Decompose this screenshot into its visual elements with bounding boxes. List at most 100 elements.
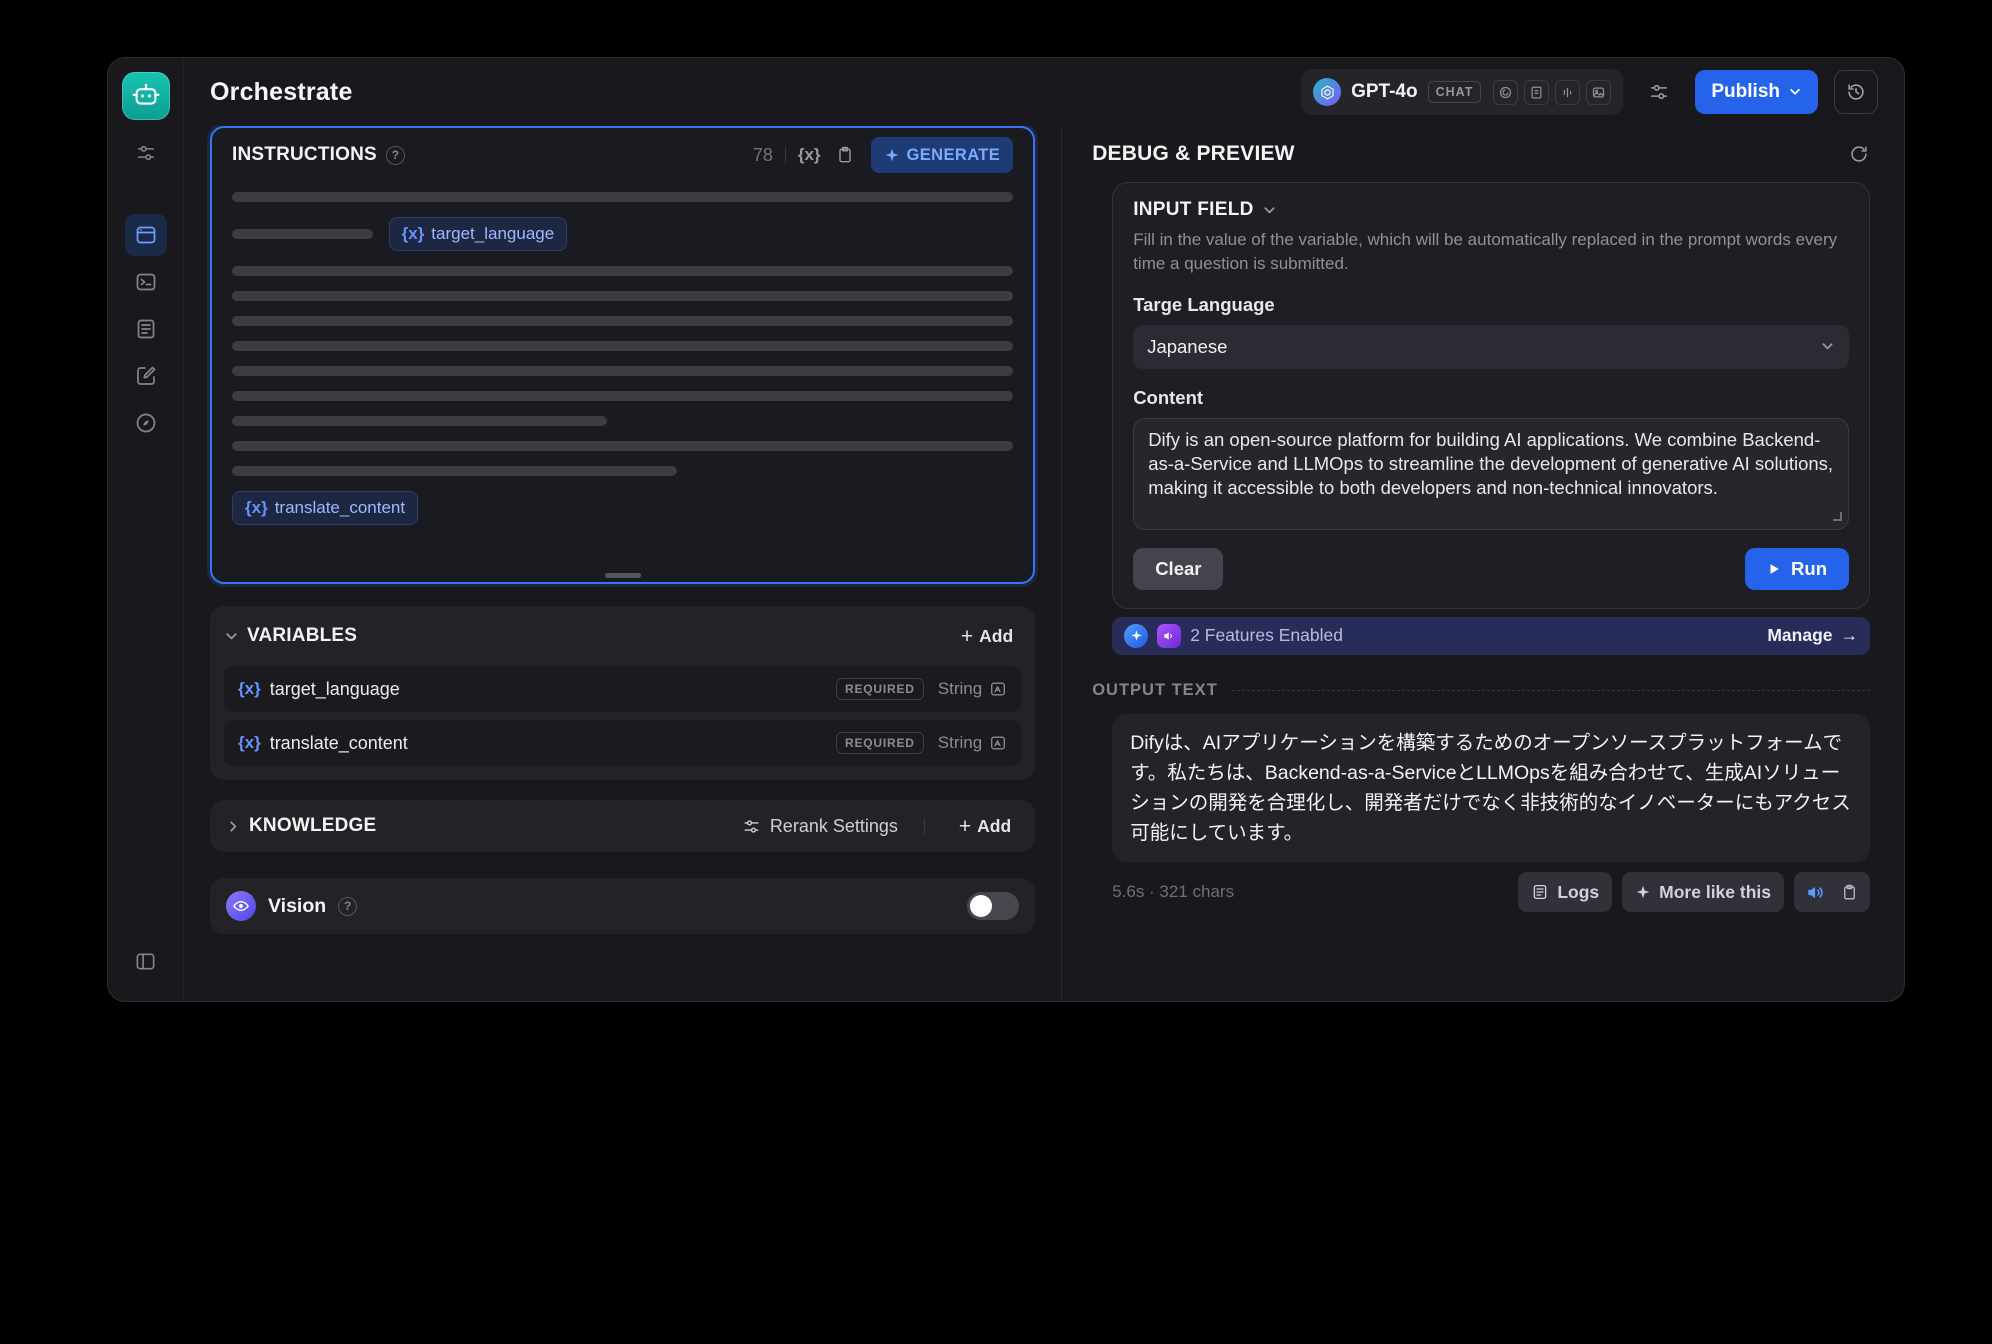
capability-document-icon — [1524, 80, 1549, 105]
generate-button[interactable]: GENERATE — [871, 137, 1014, 173]
restart-icon[interactable] — [1848, 143, 1870, 165]
required-badge: REQUIRED — [836, 678, 924, 700]
prompt-panel: INSTRUCTIONS ? 78 {x} — [184, 126, 1061, 1001]
resize-handle[interactable] — [605, 573, 641, 578]
rerank-settings-button[interactable]: Rerank Settings — [742, 816, 898, 837]
divider — [785, 147, 786, 163]
language-value: Japanese — [1147, 336, 1227, 358]
input-field-card: INPUT FIELD Fill in the value of the var… — [1112, 182, 1870, 609]
skeleton-line — [232, 466, 677, 476]
top-bar: Orchestrate GPT-4o CHAT — [184, 58, 1904, 126]
sparkle-icon — [884, 147, 900, 163]
debug-panel: DEBUG & PREVIEW INPUT FIELD Fill — [1061, 126, 1904, 1001]
run-button[interactable]: Run — [1745, 548, 1849, 590]
compass-icon — [134, 411, 158, 435]
skeleton-line — [232, 192, 1013, 202]
chevron-down-icon — [1820, 339, 1835, 354]
skeleton-line — [232, 316, 1013, 326]
more-like-this-button[interactable]: More like this — [1622, 872, 1784, 912]
terminal-icon — [134, 270, 158, 294]
skeleton-line — [232, 366, 1013, 376]
variable-token: {x} — [238, 733, 261, 753]
page-title: Orchestrate — [210, 78, 353, 107]
variable-row[interactable]: {x} target_language REQUIRED String — [224, 666, 1021, 712]
copy-icon[interactable] — [835, 145, 855, 165]
sidebar-item-annotation[interactable] — [125, 355, 167, 397]
char-count: 78 — [753, 145, 773, 166]
publish-button[interactable]: Publish — [1695, 70, 1818, 114]
variables-header[interactable]: VARIABLES — [224, 625, 357, 647]
variable-chip[interactable]: {x} target_language — [389, 217, 568, 251]
string-type-icon — [989, 734, 1007, 752]
variables-title: VARIABLES — [247, 625, 357, 647]
feature-sparkle-icon — [1124, 624, 1148, 648]
edit-note-icon — [134, 364, 158, 388]
robot-icon — [131, 81, 161, 111]
variable-chip[interactable]: {x} translate_content — [232, 491, 418, 525]
sidebar — [108, 58, 184, 1001]
capability-audio-icon — [1555, 80, 1580, 105]
copy-output-icon[interactable] — [1832, 875, 1866, 909]
publish-label: Publish — [1711, 81, 1780, 103]
sparkle-icon — [1635, 884, 1651, 900]
sidebar-item-explore[interactable] — [125, 402, 167, 444]
chevron-down-icon — [1788, 85, 1802, 99]
model-selector[interactable]: GPT-4o CHAT — [1301, 69, 1623, 115]
capability-magic-icon — [1493, 80, 1518, 105]
help-icon[interactable]: ? — [386, 146, 405, 165]
clear-button[interactable]: Clear — [1133, 548, 1223, 590]
app-window-icon — [134, 223, 158, 247]
manage-features-button[interactable]: Manage → — [1767, 625, 1858, 646]
knowledge-section: KNOWLEDGE Rerank Settings + — [210, 800, 1035, 852]
model-capabilities — [1493, 80, 1611, 105]
instructions-editor[interactable]: INSTRUCTIONS ? 78 {x} — [210, 126, 1035, 584]
string-type-icon — [989, 680, 1007, 698]
variable-token: {x} — [238, 679, 261, 699]
sidebar-tune-icon[interactable] — [127, 134, 165, 172]
logs-button[interactable]: Logs — [1518, 872, 1612, 912]
insert-variable-icon[interactable]: {x} — [798, 145, 821, 165]
skeleton-line — [232, 341, 1013, 351]
skeleton-line — [232, 416, 607, 426]
toggle-knob — [970, 895, 992, 917]
skeleton-line — [232, 441, 1013, 451]
play-icon — [1767, 562, 1781, 576]
feature-tts-icon — [1157, 624, 1181, 648]
app-window: Orchestrate GPT-4o CHAT — [107, 57, 1905, 1002]
input-field-title: INPUT FIELD — [1133, 199, 1253, 221]
app-logo[interactable] — [122, 72, 170, 120]
vision-section: Vision ? — [210, 878, 1035, 934]
help-icon[interactable]: ? — [338, 897, 357, 916]
language-select[interactable]: Japanese — [1133, 325, 1849, 369]
features-bar[interactable]: 2 Features Enabled Manage → — [1112, 617, 1870, 655]
sidebar-item-terminal[interactable] — [125, 261, 167, 303]
plus-icon: + — [959, 816, 971, 837]
resize-corner-icon[interactable] — [1833, 512, 1842, 521]
add-variable-button[interactable]: + Add — [953, 620, 1021, 653]
input-field-header[interactable]: INPUT FIELD — [1133, 199, 1276, 221]
sidebar-item-orchestrate[interactable] — [125, 214, 167, 256]
content-textarea[interactable]: Dify is an open-source platform for buil… — [1133, 418, 1849, 530]
vision-toggle[interactable] — [967, 892, 1019, 920]
output-text-title: OUTPUT TEXT — [1092, 681, 1218, 700]
speaker-icon[interactable] — [1798, 875, 1832, 909]
model-name: GPT-4o — [1351, 81, 1418, 103]
openai-logo-icon — [1313, 78, 1341, 106]
skeleton-line — [232, 229, 373, 239]
variable-row[interactable]: {x} translate_content REQUIRED String — [224, 720, 1021, 766]
required-badge: REQUIRED — [836, 732, 924, 754]
variables-section: VARIABLES + Add {x} target_language — [210, 606, 1035, 780]
sidebar-item-logs[interactable] — [125, 308, 167, 350]
logs-icon — [1531, 883, 1549, 901]
collapse-sidebar-icon[interactable] — [126, 941, 166, 981]
vision-eye-icon — [226, 891, 256, 921]
capability-vision-icon — [1586, 80, 1611, 105]
generate-label: GENERATE — [907, 146, 1001, 165]
history-icon[interactable] — [1834, 70, 1878, 114]
model-parameters-icon[interactable] — [1639, 72, 1679, 112]
add-knowledge-button[interactable]: + Add — [951, 810, 1019, 843]
output-actions — [1794, 872, 1870, 912]
divider — [1232, 690, 1870, 691]
content-label: Content — [1133, 387, 1849, 409]
knowledge-header[interactable]: KNOWLEDGE — [226, 815, 376, 837]
